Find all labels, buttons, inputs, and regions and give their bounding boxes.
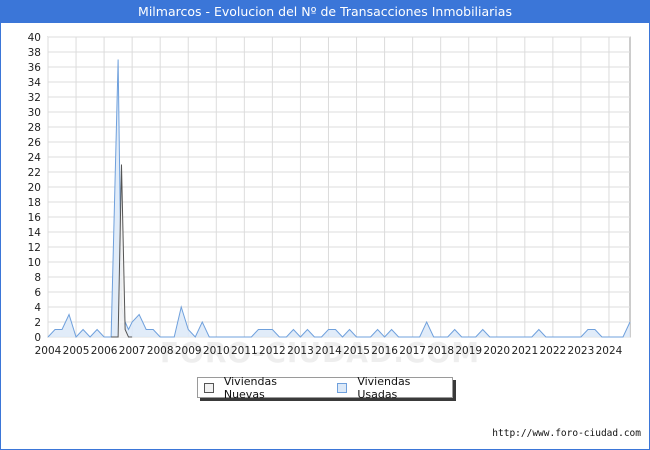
y-tick-label: 12: [28, 242, 41, 254]
legend-item-nuevas: Viviendas Nuevas: [204, 375, 319, 401]
y-tick-label: 20: [28, 182, 41, 194]
legend: Viviendas Nuevas Viviendas Usadas: [197, 375, 453, 401]
legend-label-nuevas: Viviendas Nuevas: [223, 374, 277, 401]
x-tick-label: 2024: [596, 345, 623, 357]
x-tick-label: 2011: [231, 345, 258, 357]
y-tick-label: 32: [28, 92, 41, 104]
y-tick-label: 36: [28, 62, 42, 74]
y-tick-label: 2: [34, 317, 41, 329]
y-tick-label: 10: [28, 257, 41, 269]
y-tick-label: 40: [28, 32, 41, 44]
y-tick-label: 6: [34, 287, 41, 299]
x-tick-label: 2018: [427, 345, 454, 357]
x-tick-label: 2014: [315, 345, 342, 357]
y-tick-label: 38: [28, 47, 41, 59]
y-tick-label: 22: [28, 167, 41, 179]
x-axis-ticks: 2004 2005 2006 2007 2008 2009 2010 2011 2012 2013…: [35, 345, 623, 357]
y-tick-label: 16: [28, 212, 42, 224]
x-tick-label: 2015: [343, 345, 370, 357]
y-tick-label: 30: [28, 107, 41, 119]
legend-swatch-nuevas: [204, 382, 214, 393]
y-axis-ticks: 0246810121416182022242628303234363840: [28, 32, 42, 344]
x-tick-label: 2010: [203, 345, 230, 357]
x-tick-label: 2007: [119, 345, 146, 357]
x-tick-label: 2004: [35, 345, 62, 357]
y-tick-label: 34: [28, 77, 42, 89]
x-tick-label: 2009: [175, 345, 202, 357]
y-tick-label: 4: [34, 302, 41, 314]
y-tick-label: 26: [28, 137, 42, 149]
x-tick-label: 2023: [568, 345, 595, 357]
x-tick-label: 2021: [511, 345, 538, 357]
y-tick-label: 14: [28, 227, 42, 239]
y-tick-label: 18: [28, 197, 41, 209]
y-tick-label: 28: [28, 122, 41, 134]
x-tick-label: 2005: [63, 345, 90, 357]
x-tick-label: 2013: [287, 345, 314, 357]
source-link[interactable]: http://www.foro-ciudad.com: [492, 428, 641, 439]
x-tick-label: 2017: [399, 345, 426, 357]
y-tick-label: 24: [28, 152, 42, 164]
x-tick-label: 2020: [483, 345, 510, 357]
x-tick-label: 2012: [259, 345, 286, 357]
legend-swatch-usadas: [337, 382, 348, 393]
y-tick-label: 0: [34, 332, 41, 344]
x-tick-label: 2016: [371, 345, 398, 357]
x-tick-label: 2006: [91, 345, 118, 357]
legend-item-usadas: Viviendas Usadas: [337, 375, 452, 401]
legend-label-usadas: Viviendas Usadas: [357, 374, 411, 401]
x-tick-label: 2019: [455, 345, 482, 357]
x-tick-label: 2022: [540, 345, 567, 357]
y-tick-label: 8: [34, 272, 41, 284]
x-tick-label: 2008: [147, 345, 174, 357]
gridlines: [47, 36, 630, 338]
